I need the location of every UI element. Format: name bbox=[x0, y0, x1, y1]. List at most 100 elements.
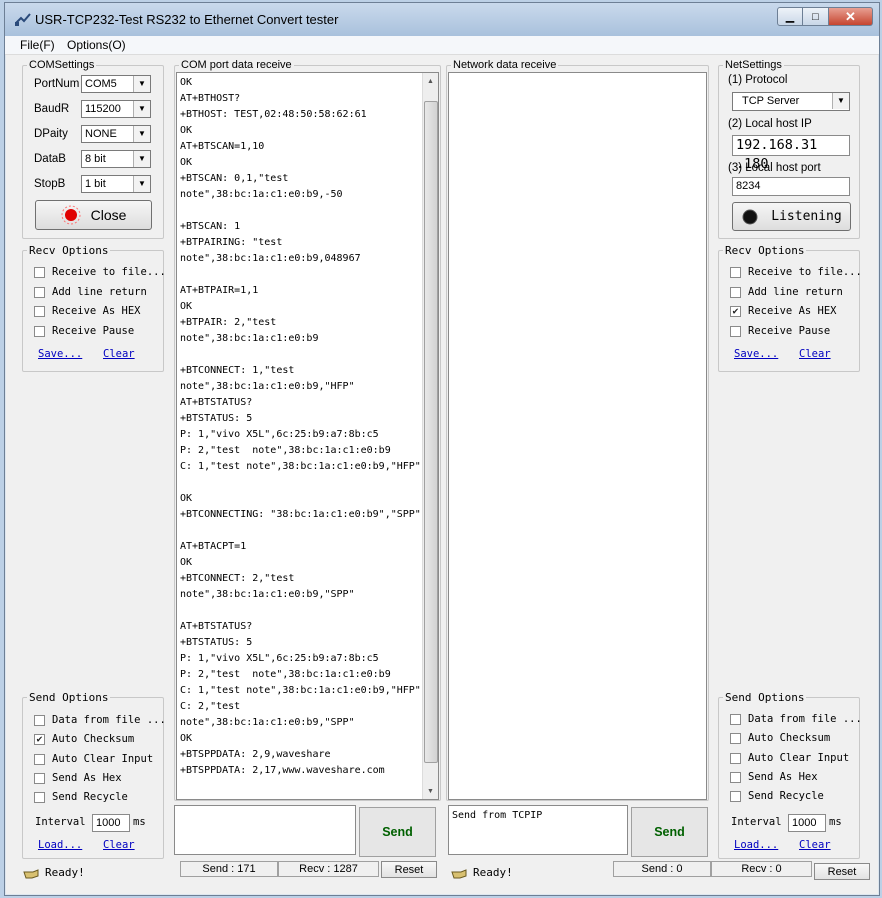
checkbox[interactable] bbox=[730, 325, 741, 337]
status-dot-icon bbox=[742, 209, 758, 224]
right-send-option[interactable]: Send Recycle bbox=[730, 788, 824, 804]
right-send-option[interactable]: Data from file ... bbox=[730, 711, 862, 727]
checkbox[interactable] bbox=[34, 286, 45, 298]
right-recv-option[interactable]: Receive Pause bbox=[730, 323, 830, 339]
com-send-input[interactable] bbox=[174, 805, 356, 855]
left-send-option[interactable]: Auto Clear Input bbox=[34, 751, 153, 767]
chevron-down-icon[interactable]: ▼ bbox=[133, 76, 150, 92]
network-receive-textarea[interactable] bbox=[448, 72, 707, 800]
com-receive-textarea[interactable]: OK AT+BTHOST? +BTHOST: TEST,02:48:50:58:62… bbox=[176, 72, 439, 800]
left-interval-input[interactable]: 1000 bbox=[92, 814, 130, 832]
left-send-option[interactable]: Send As Hex bbox=[34, 770, 122, 786]
stopbits-select[interactable]: 1 bit ▼ bbox=[81, 175, 151, 193]
right-send-option[interactable]: Send As Hex bbox=[730, 769, 818, 785]
right-recv-clear-link[interactable]: Clear bbox=[799, 348, 831, 360]
protocol-select[interactable]: TCP Server ▼ bbox=[732, 92, 850, 111]
right-save-link[interactable]: Save... bbox=[734, 348, 778, 360]
checkbox[interactable] bbox=[34, 753, 45, 765]
scroll-down-icon[interactable]: ▼ bbox=[423, 783, 438, 799]
right-recv-option[interactable]: ✔ Receive As HEX bbox=[730, 303, 837, 319]
left-recv-clear-link[interactable]: Clear bbox=[103, 348, 135, 360]
com-receive-line: P: 2,"test note",38:bc:1a:c1:e0:b9 bbox=[180, 445, 391, 456]
scroll-thumb[interactable] bbox=[424, 101, 438, 763]
minimize-button[interactable]: ▁ bbox=[777, 7, 803, 26]
maximize-button[interactable]: □ bbox=[803, 7, 829, 26]
chevron-down-icon[interactable]: ▼ bbox=[133, 176, 150, 192]
com-close-button[interactable]: Close bbox=[35, 200, 152, 230]
left-recv-option[interactable]: Receive Pause bbox=[34, 323, 134, 339]
com-receive-line: OK bbox=[180, 557, 193, 568]
network-send-input[interactable]: Send from TCPIP bbox=[448, 805, 628, 855]
port-label: PortNum bbox=[34, 78, 80, 90]
checkbox[interactable] bbox=[730, 790, 741, 802]
menu-file[interactable]: File(F) bbox=[20, 38, 55, 52]
scroll-up-icon[interactable]: ▲ bbox=[423, 73, 438, 89]
right-recv-option[interactable]: Receive to file... bbox=[730, 264, 862, 280]
com-receive-legend: COM port data receive bbox=[181, 59, 292, 71]
baud-select[interactable]: 115200 ▼ bbox=[81, 100, 151, 118]
databits-value: 8 bit bbox=[85, 153, 106, 165]
left-send-option[interactable]: Send Recycle bbox=[34, 789, 128, 805]
com-receive-line: +BTHOST: TEST,02:48:50:58:62:61 bbox=[180, 109, 367, 120]
right-send-clear-link[interactable]: Clear bbox=[799, 839, 831, 851]
listening-button[interactable]: Listening bbox=[732, 202, 851, 231]
chevron-down-icon[interactable]: ▼ bbox=[133, 101, 150, 117]
left-recv-option[interactable]: Receive to file... bbox=[34, 264, 166, 280]
checkbox[interactable]: ✔ bbox=[730, 305, 741, 317]
checkbox[interactable] bbox=[730, 732, 741, 744]
network-send-button[interactable]: Send bbox=[631, 807, 708, 857]
parity-label: DPaity bbox=[34, 128, 68, 140]
checkbox[interactable] bbox=[34, 714, 45, 726]
checkbox[interactable] bbox=[34, 325, 45, 337]
left-send-option[interactable]: ✔ Auto Checksum bbox=[34, 731, 134, 747]
com-receive-line: OK bbox=[180, 77, 193, 88]
left-send-clear-link[interactable]: Clear bbox=[103, 839, 135, 851]
checkbox[interactable] bbox=[730, 713, 741, 725]
checkbox[interactable] bbox=[34, 305, 45, 317]
left-recv-option[interactable]: Receive As HEX bbox=[34, 303, 141, 319]
right-status-ready: Ready! bbox=[451, 866, 513, 879]
right-send-option[interactable]: Auto Clear Input bbox=[730, 750, 849, 766]
checkbox[interactable] bbox=[730, 266, 741, 278]
local-port-input[interactable]: 8234 bbox=[732, 177, 850, 196]
right-send-option[interactable]: Auto Checksum bbox=[730, 730, 830, 746]
com-receive-line: +BTCONNECT: 1,"test bbox=[180, 365, 295, 376]
close-window-button[interactable]: ✕ bbox=[829, 7, 873, 26]
port-select[interactable]: COM5 ▼ bbox=[81, 75, 151, 93]
right-load-link[interactable]: Load... bbox=[734, 839, 778, 851]
com-receive-line: P: 1,"vivo X5L",6c:25:b9:a7:8b:c5 bbox=[180, 429, 379, 440]
local-port-label: (3) Local host port bbox=[728, 162, 821, 174]
parity-select[interactable]: NONE ▼ bbox=[81, 125, 151, 143]
title-bar[interactable]: USR-TCP232-Test RS232 to Ethernet Conver… bbox=[5, 3, 879, 36]
com-receive-line: OK bbox=[180, 301, 193, 312]
local-ip-input[interactable]: 192.168.31 .180 bbox=[732, 135, 850, 172]
checkbox[interactable] bbox=[34, 266, 45, 278]
com-close-label: Close bbox=[90, 207, 127, 223]
menu-options[interactable]: Options(O) bbox=[67, 38, 126, 52]
left-load-link[interactable]: Load... bbox=[38, 839, 82, 851]
com-scrollbar[interactable]: ▲ ▼ bbox=[422, 73, 438, 799]
right-interval-input[interactable]: 1000 bbox=[788, 814, 826, 832]
chevron-down-icon[interactable]: ▼ bbox=[832, 93, 849, 109]
checkbox[interactable] bbox=[34, 772, 45, 784]
chevron-down-icon[interactable]: ▼ bbox=[133, 151, 150, 167]
left-recv-option[interactable]: Add line return bbox=[34, 284, 147, 300]
checkbox[interactable]: ✔ bbox=[34, 733, 45, 745]
right-recv-option[interactable]: Add line return bbox=[730, 284, 843, 300]
left-save-link[interactable]: Save... bbox=[38, 348, 82, 360]
checkbox[interactable] bbox=[730, 286, 741, 298]
com-receive-line: AT+BTSTATUS? bbox=[180, 397, 253, 408]
checkbox[interactable] bbox=[730, 752, 741, 764]
databits-select[interactable]: 8 bit ▼ bbox=[81, 150, 151, 168]
com-receive-line: C: 1,"test note",38:bc:1a:c1:e0:b9,"HFP" bbox=[180, 685, 421, 696]
chevron-down-icon[interactable]: ▼ bbox=[133, 126, 150, 142]
left-reset-button[interactable]: Reset bbox=[381, 861, 437, 878]
checkbox[interactable] bbox=[730, 771, 741, 783]
right-reset-button[interactable]: Reset bbox=[814, 863, 870, 880]
led-icon bbox=[61, 205, 81, 225]
checkbox[interactable] bbox=[34, 791, 45, 803]
com-receive-line: +BTSPPDATA: 2,17,www.waveshare.com bbox=[180, 765, 385, 776]
left-send-option[interactable]: Data from file ... bbox=[34, 712, 166, 728]
left-recv-count: Recv : 1287 bbox=[278, 861, 379, 877]
com-send-button[interactable]: Send bbox=[359, 807, 436, 857]
